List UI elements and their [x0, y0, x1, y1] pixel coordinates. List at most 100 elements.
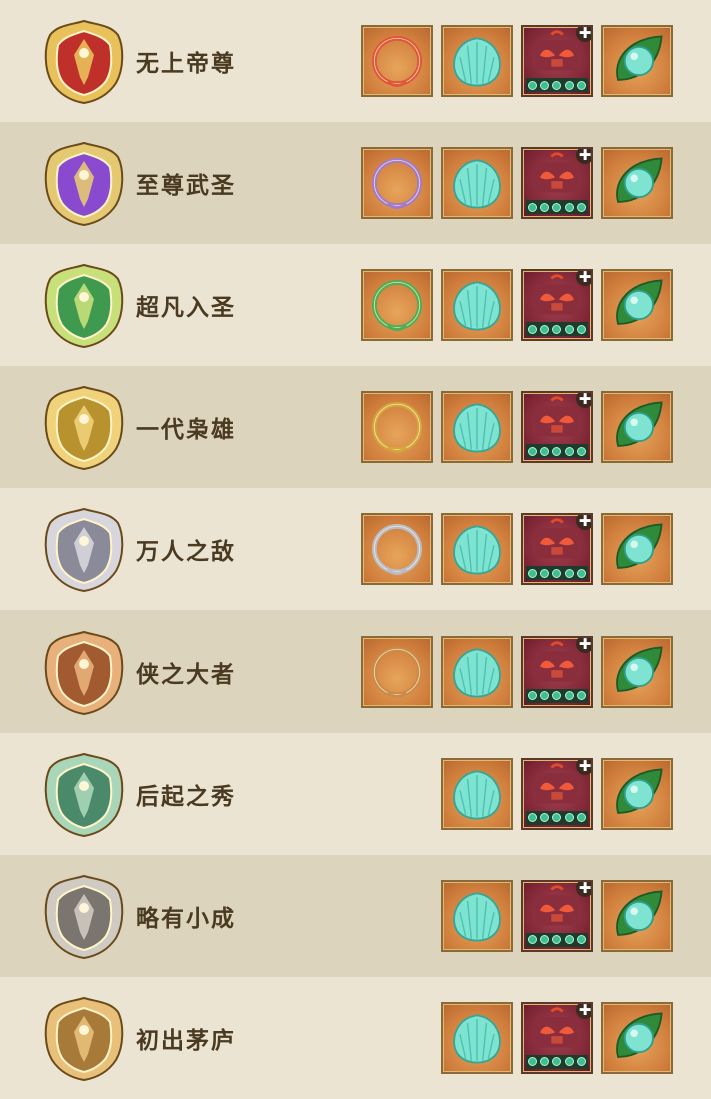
shell-reward-icon[interactable] — [441, 25, 513, 98]
bead-icon — [540, 691, 550, 701]
rank-reward-list: 无上帝尊 ✚ 至尊武圣 ✚ 超凡入圣 ✚ 一代枭雄 ✚ 万人之敌 ✚ 侠之大者 ✚ 后起之秀… — [0, 0, 711, 1099]
ring-frame-reward-icon[interactable] — [361, 147, 433, 220]
bead-icon — [527, 935, 537, 945]
shell-reward-icon[interactable] — [441, 513, 513, 586]
bead-icon — [527, 324, 537, 334]
plus-icon: ✚ — [576, 1003, 591, 1019]
ring-frame-reward-icon[interactable] — [361, 269, 433, 342]
leaf-orb-reward-icon[interactable] — [601, 513, 673, 586]
leaf-orb-reward-icon[interactable] — [601, 269, 673, 342]
bead-icon — [577, 202, 587, 212]
bead-icon — [552, 324, 562, 334]
bead-icon — [527, 813, 537, 823]
rank-row: 超凡入圣 ✚ — [0, 244, 711, 367]
mask-reward-icon[interactable]: ✚ — [521, 391, 593, 464]
mask-reward-icon[interactable]: ✚ — [521, 147, 593, 220]
shell-reward-icon[interactable] — [441, 879, 513, 952]
ring-frame-reward-icon[interactable] — [361, 635, 433, 708]
leaf-orb-reward-icon[interactable] — [601, 757, 673, 830]
mask-reward-icon[interactable]: ✚ — [521, 757, 593, 830]
bead-icon — [577, 813, 587, 823]
rank-row: 万人之敌 ✚ — [0, 488, 711, 611]
mask-reward-icon[interactable]: ✚ — [521, 635, 593, 708]
rank-row: 一代枭雄 ✚ — [0, 366, 711, 489]
leaf-orb-reward-icon[interactable] — [601, 635, 673, 708]
bead-icon — [552, 202, 562, 212]
mask-reward-icon[interactable]: ✚ — [521, 513, 593, 586]
rank-badge-icon — [40, 261, 128, 349]
bead-icon — [540, 813, 550, 823]
bead-icon — [552, 935, 562, 945]
mask-reward-icon[interactable]: ✚ — [521, 879, 593, 952]
bead-icon — [552, 813, 562, 823]
shell-reward-icon[interactable] — [441, 635, 513, 708]
bead-strip-icon — [526, 78, 588, 93]
ring-frame-reward-icon[interactable] — [361, 391, 433, 464]
shell-reward-icon[interactable] — [441, 147, 513, 220]
ring-frame-reward-icon[interactable] — [361, 25, 433, 98]
leaf-orb-reward-icon[interactable] — [601, 879, 673, 952]
reward-slots: ✚ — [441, 977, 673, 1099]
shell-reward-icon[interactable] — [441, 1001, 513, 1074]
bead-icon — [577, 691, 587, 701]
plus-icon: ✚ — [576, 637, 591, 653]
mask-reward-icon[interactable]: ✚ — [521, 25, 593, 98]
bead-icon — [564, 324, 574, 334]
bead-strip-icon — [526, 322, 588, 337]
bead-icon — [540, 568, 550, 578]
shell-reward-icon[interactable] — [441, 269, 513, 342]
rank-title: 一代枭雄 — [136, 416, 236, 444]
rank-row: 后起之秀 ✚ — [0, 732, 711, 855]
rank-badge-icon — [40, 994, 128, 1082]
shell-reward-icon[interactable] — [441, 757, 513, 830]
plus-icon: ✚ — [576, 271, 591, 287]
bead-strip-icon — [526, 1054, 588, 1069]
leaf-orb-reward-icon[interactable] — [601, 391, 673, 464]
bead-icon — [564, 446, 574, 456]
leaf-orb-reward-icon[interactable] — [601, 25, 673, 98]
bead-icon — [552, 568, 562, 578]
bead-icon — [527, 202, 537, 212]
leaf-orb-reward-icon[interactable] — [601, 1001, 673, 1074]
bead-icon — [540, 324, 550, 334]
bead-icon — [527, 568, 537, 578]
rank-badge-icon — [40, 383, 128, 471]
bead-icon — [577, 568, 587, 578]
bead-icon — [527, 1057, 537, 1067]
plus-icon: ✚ — [576, 515, 591, 531]
mask-reward-icon[interactable]: ✚ — [521, 269, 593, 342]
bead-strip-icon — [526, 932, 588, 947]
bead-icon — [564, 691, 574, 701]
bead-icon — [552, 80, 562, 90]
bead-icon — [540, 446, 550, 456]
bead-icon — [564, 202, 574, 212]
rank-badge-icon — [40, 139, 128, 227]
bead-icon — [527, 80, 537, 90]
plus-icon: ✚ — [576, 881, 591, 897]
mask-reward-icon[interactable]: ✚ — [521, 1001, 593, 1074]
bead-icon — [564, 80, 574, 90]
bead-icon — [552, 446, 562, 456]
rank-row: 无上帝尊 ✚ — [0, 0, 711, 123]
rank-row: 侠之大者 ✚ — [0, 610, 711, 733]
bead-strip-icon — [526, 810, 588, 825]
rank-row: 至尊武圣 ✚ — [0, 122, 711, 245]
bead-icon — [577, 1057, 587, 1067]
shell-reward-icon[interactable] — [441, 391, 513, 464]
rank-badge-icon — [40, 750, 128, 838]
bead-icon — [577, 935, 587, 945]
rank-title: 侠之大者 — [136, 660, 236, 688]
ring-frame-reward-icon[interactable] — [361, 513, 433, 586]
bead-icon — [540, 935, 550, 945]
bead-icon — [564, 813, 574, 823]
rank-row: 初出茅庐 ✚ — [0, 976, 711, 1099]
bead-icon — [577, 80, 587, 90]
leaf-orb-reward-icon[interactable] — [601, 147, 673, 220]
plus-icon: ✚ — [576, 759, 591, 775]
bead-icon — [540, 202, 550, 212]
bead-strip-icon — [526, 566, 588, 581]
reward-slots: ✚ — [361, 488, 673, 610]
rank-badge-icon — [40, 505, 128, 593]
bead-icon — [564, 935, 574, 945]
bead-strip-icon — [526, 688, 588, 703]
